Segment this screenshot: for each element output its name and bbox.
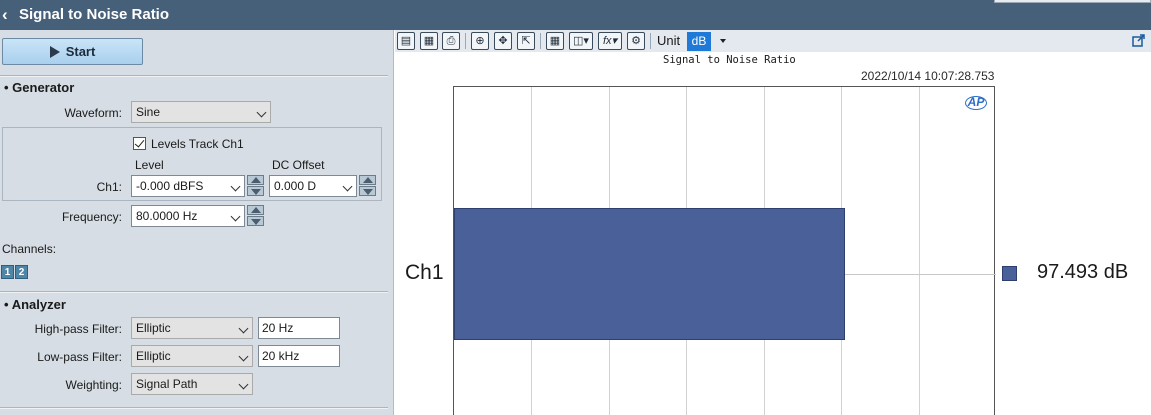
chart-title: Signal to Noise Ratio <box>663 54 796 66</box>
levels-track-label: Levels Track Ch1 <box>151 137 244 151</box>
levels-track-checkbox[interactable] <box>133 137 146 150</box>
save-icon[interactable]: ▤ <box>397 32 415 50</box>
channel-1-button[interactable]: 1 <box>1 265 14 279</box>
dc-offset-header: DC Offset <box>272 158 325 172</box>
save-all-icon[interactable]: ▦ <box>420 32 438 50</box>
fx-icon[interactable]: fx▾ <box>598 32 622 50</box>
ch1-dc-offset-value: 0.000 D <box>274 179 317 193</box>
frequency-stepper[interactable] <box>247 205 264 227</box>
title-bar: ‹ Signal to Noise Ratio <box>0 0 1151 30</box>
ch1-level-input[interactable]: -0.000 dBFS <box>131 175 245 197</box>
highpass-type-value: Elliptic <box>136 321 171 335</box>
start-button[interactable]: Start <box>2 38 143 65</box>
chevron-down-icon <box>238 379 249 390</box>
graph-panel: ▤ ▦ ⎙ ⊕ ✥ ⇱ ▦ ◫▾ fx▾ ⚙ Unit dB Signal to… <box>395 30 1151 415</box>
frequency-value: 80.0000 Hz <box>136 209 198 223</box>
lowpass-label: Low-pass Filter: <box>37 350 122 364</box>
toolbar-separator <box>650 33 651 49</box>
channel-2-button[interactable]: 2 <box>15 265 28 279</box>
chart-timestamp: 2022/10/14 10:07:28.753 <box>861 69 995 83</box>
ap-logo-icon: AP <box>965 96 987 110</box>
highpass-freq-input[interactable]: 20 Hz <box>258 317 340 339</box>
print-icon[interactable]: ⎙ <box>442 32 460 50</box>
start-button-label: Start <box>65 44 96 59</box>
chevron-down-icon <box>342 181 353 192</box>
bar-category-label: Ch1 <box>405 261 444 284</box>
toolbar-separator <box>540 33 541 49</box>
lowpass-type-value: Elliptic <box>136 349 171 363</box>
zoom-icon[interactable]: ⊕ <box>471 32 489 50</box>
ch1-level-value: -0.000 dBFS <box>136 179 204 193</box>
frequency-input[interactable]: 80.0000 Hz <box>131 205 245 227</box>
highpass-type-select[interactable]: Elliptic <box>131 317 253 339</box>
fit-icon[interactable]: ⇱ <box>517 32 535 50</box>
ch1-value-readout: 97.493 dB <box>1037 261 1129 283</box>
divider <box>0 291 388 293</box>
graph-options-icon[interactable]: ◫▾ <box>569 32 593 50</box>
ch1-bar[interactable] <box>454 208 846 340</box>
divider <box>0 407 388 409</box>
ch1-dc-offset-input[interactable]: 0.000 D <box>269 175 357 197</box>
weighting-value: Signal Path <box>136 377 198 391</box>
expand-icon[interactable] <box>1132 34 1145 47</box>
settings-icon[interactable]: ⚙ <box>627 32 645 50</box>
unit-label: Unit <box>657 33 681 48</box>
ch1-legend-swatch <box>1002 266 1017 281</box>
lowpass-freq-input[interactable]: 20 kHz <box>258 345 340 367</box>
analyzer-heading: • Analyzer <box>4 297 66 312</box>
lowpass-type-select[interactable]: Elliptic <box>131 345 253 367</box>
play-icon <box>49 45 60 58</box>
ch1-dc-offset-stepper[interactable] <box>359 175 376 197</box>
title-bar-control <box>994 0 1151 3</box>
settings-panel: Start • Generator Waveform: Sine Levels … <box>0 30 394 415</box>
waveform-select[interactable]: Sine <box>131 101 271 123</box>
unit-select[interactable]: dB <box>687 32 711 51</box>
weighting-label: Weighting: <box>65 378 122 392</box>
highpass-label: High-pass Filter: <box>34 322 122 336</box>
chevron-down-icon <box>256 107 267 118</box>
chevron-down-icon <box>238 351 249 362</box>
table-icon[interactable]: ▦ <box>546 32 564 50</box>
toolbar-separator <box>465 33 466 49</box>
chevron-down-icon <box>238 323 249 334</box>
back-chevron-icon[interactable]: ‹ <box>2 5 8 25</box>
level-header: Level <box>135 158 164 172</box>
generator-heading: • Generator <box>4 80 75 95</box>
unit-dropdown-icon[interactable] <box>720 39 726 43</box>
ch1-label: Ch1: <box>96 180 122 194</box>
divider <box>0 75 388 77</box>
plot-area[interactable]: AP <box>453 86 996 415</box>
channels-label: Channels: <box>2 242 57 256</box>
graph-toolbar: ▤ ▦ ⎙ ⊕ ✥ ⇱ ▦ ◫▾ fx▾ ⚙ Unit dB <box>395 30 1151 52</box>
chevron-down-icon <box>230 181 241 192</box>
grid-line <box>918 87 920 415</box>
waveform-label: Waveform: <box>64 106 122 120</box>
chevron-down-icon <box>230 211 241 222</box>
window-title: Signal to Noise Ratio <box>19 6 170 23</box>
waveform-value: Sine <box>136 105 161 119</box>
weighting-select[interactable]: Signal Path <box>131 373 253 395</box>
ch1-level-stepper[interactable] <box>247 175 264 197</box>
frequency-label: Frequency: <box>61 210 122 224</box>
pan-icon[interactable]: ✥ <box>494 32 512 50</box>
